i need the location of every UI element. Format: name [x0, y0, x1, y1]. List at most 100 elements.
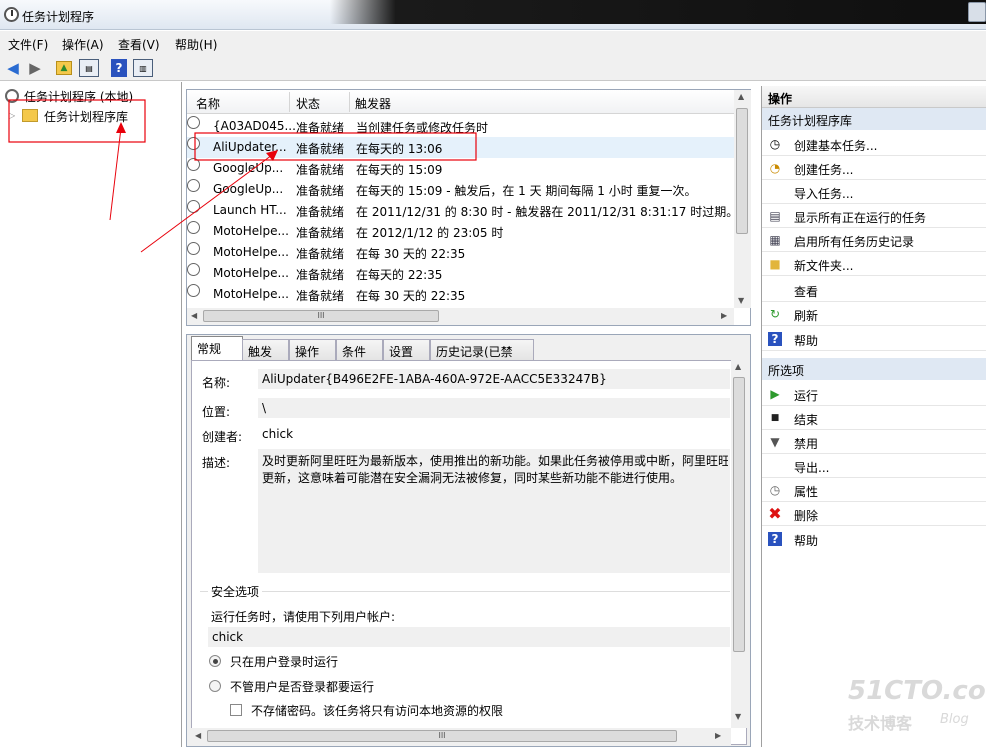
- actions-section-selected[interactable]: 所选项: [762, 358, 986, 380]
- scroll-down-icon[interactable]: ▼: [738, 296, 744, 305]
- tab-general[interactable]: 常规: [191, 336, 243, 362]
- table-row[interactable]: MotoHelpe... 准备就绪 在每 30 天的 22:35: [187, 242, 735, 263]
- scroll-up-icon[interactable]: ▲: [738, 92, 744, 101]
- task-trigger: 在每 30 天的 22:35: [356, 289, 466, 303]
- action-new-folder[interactable]: ■ 新文件夹...: [762, 252, 986, 276]
- actions-header: 操作: [762, 86, 986, 108]
- action-end[interactable]: ■ 结束: [762, 406, 986, 430]
- stop-icon: ■: [770, 413, 780, 423]
- tab-settings[interactable]: 设置: [383, 339, 430, 361]
- console-tree-icon[interactable]: ▤: [79, 59, 99, 77]
- refresh-icon: ↻: [769, 307, 781, 321]
- clock-icon: [4, 7, 19, 22]
- scroll-down-icon[interactable]: ▼: [735, 712, 741, 721]
- scroll-thumb[interactable]: III: [203, 310, 439, 322]
- menu-file[interactable]: 文件(F): [8, 36, 48, 53]
- table-row[interactable]: MotoHelpe... 准备就绪 在每天的 22:35: [187, 263, 735, 284]
- action-run[interactable]: ▶ 运行: [762, 382, 986, 406]
- column-trigger[interactable]: 触发器: [355, 95, 391, 112]
- task-status: 准备就绪: [296, 163, 345, 177]
- table-row[interactable]: GoogleUp... 准备就绪 在每天的 15:09: [187, 158, 735, 179]
- author-label: 创建者:: [202, 430, 243, 444]
- clock-icon: [187, 263, 200, 276]
- action-delete[interactable]: ✖ 删除: [762, 502, 986, 526]
- radio-logged-on[interactable]: [209, 655, 221, 667]
- opt-any-label: 不管用户是否登录都要运行: [230, 680, 375, 694]
- actions-section-library[interactable]: 任务计划程序库: [762, 108, 986, 130]
- table-row[interactable]: MotoHelpe... 准备就绪 在每 30 天的 22:35: [187, 284, 735, 305]
- action-export[interactable]: 导出...: [762, 454, 986, 478]
- table-row[interactable]: MotoHelpe... 准备就绪在 2012/1/12 的 23:05 时: [187, 221, 735, 242]
- tab-triggers[interactable]: 触发器: [242, 339, 289, 376]
- scroll-thumb[interactable]: [733, 377, 745, 652]
- clock-icon: [5, 89, 19, 103]
- action-import-task[interactable]: 导入任务...: [762, 180, 986, 204]
- folder-icon: ■: [769, 257, 781, 271]
- run-as-field[interactable]: [208, 627, 730, 647]
- table-row[interactable]: GoogleUp... 准备就绪 在每天的 15:09 - 触发后，在 1 天 期间…: [187, 179, 735, 200]
- location-value: \: [262, 401, 267, 415]
- tab-history[interactable]: 历史记录(已禁用): [430, 339, 534, 376]
- menu-help[interactable]: 帮助(H): [175, 36, 217, 53]
- scroll-up-icon[interactable]: ▲: [735, 362, 741, 371]
- column-name[interactable]: 名称: [196, 95, 220, 112]
- table-row[interactable]: AliUpdater... 准备就绪 在每天的 13:06: [187, 137, 735, 158]
- detail-horizontal-scrollbar[interactable]: ◀ III ▶: [191, 728, 731, 745]
- name-value: AliUpdater{B496E2FE-1ABA-460A-972E-AACC5…: [262, 372, 607, 386]
- expand-arrow-icon[interactable]: ▷: [9, 111, 15, 120]
- minimize-button[interactable]: [968, 2, 986, 22]
- folder-up-icon[interactable]: ▲: [56, 61, 72, 75]
- security-title: 安全选项: [208, 583, 263, 600]
- action-pane-icon[interactable]: ▥: [133, 59, 153, 77]
- menu-view[interactable]: 查看(V): [118, 36, 160, 53]
- scroll-thumb[interactable]: III: [207, 730, 677, 742]
- action-show-running[interactable]: ▤ 显示所有正在运行的任务: [762, 204, 986, 228]
- scroll-left-icon[interactable]: ◀: [195, 731, 201, 740]
- task-trigger: 在每天的 15:09 - 触发后，在 1 天 期间每隔 1 小时 重复一次。: [356, 184, 697, 198]
- radio-any-user[interactable]: [209, 680, 221, 692]
- clock-icon: [187, 284, 200, 297]
- table-row[interactable]: Launch HT... 准备就绪在 2011/12/31 的 8:30 时 - …: [187, 200, 738, 221]
- opt-logged-on-label: 只在用户登录时运行: [230, 655, 339, 669]
- vertical-scrollbar[interactable]: ▲ ▼: [734, 90, 751, 308]
- action-help-selected[interactable]: ? 帮助: [762, 527, 986, 551]
- action-enable-history[interactable]: ▦ 启用所有任务历史记录: [762, 228, 986, 252]
- tab-conditions[interactable]: 条件: [336, 339, 383, 361]
- action-disable[interactable]: ▼ 禁用: [762, 430, 986, 454]
- folder-clock-icon: [22, 109, 38, 122]
- menu-action[interactable]: 操作(A): [62, 36, 104, 53]
- action-properties[interactable]: ◷ 属性: [762, 478, 986, 502]
- task-name: {A03AD045...: [213, 119, 296, 133]
- help-icon: ?: [768, 332, 782, 346]
- action-view[interactable]: 查看: [762, 278, 986, 302]
- checkbox-no-password[interactable]: [230, 704, 242, 716]
- task-status: 准备就绪: [296, 268, 345, 282]
- action-help[interactable]: ? 帮助: [762, 327, 986, 351]
- action-create-task[interactable]: ◔ 创建任务...: [762, 156, 986, 180]
- delete-x-icon: ✖: [768, 504, 782, 523]
- tree-library[interactable]: 任务计划程序库: [44, 108, 128, 125]
- toolbar: ◀ ▶ ▲ ▤ ? ▥: [0, 55, 986, 81]
- action-refresh[interactable]: ↻ 刷新: [762, 302, 986, 326]
- action-create-basic-task[interactable]: ◷ 创建基本任务...: [762, 132, 986, 156]
- help-icon[interactable]: ?: [111, 59, 127, 77]
- description-label: 描述:: [202, 456, 231, 470]
- task-status: 准备就绪: [296, 142, 345, 156]
- scroll-thumb[interactable]: [736, 108, 748, 234]
- task-status: 准备就绪: [296, 184, 345, 198]
- horizontal-scrollbar[interactable]: ◀ III ▶: [187, 308, 734, 325]
- window-title: 任务计划程序: [22, 10, 95, 24]
- scroll-left-icon[interactable]: ◀: [191, 311, 197, 320]
- back-arrow-icon[interactable]: ◀: [3, 58, 23, 78]
- location-field[interactable]: [258, 398, 730, 418]
- scroll-right-icon[interactable]: ▶: [715, 731, 721, 740]
- column-status[interactable]: 状态: [296, 95, 320, 112]
- location-label: 位置:: [202, 405, 231, 419]
- tree-root[interactable]: 任务计划程序 (本地): [24, 88, 133, 105]
- task-status: 准备就绪: [296, 289, 345, 303]
- scroll-right-icon[interactable]: ▶: [721, 311, 727, 320]
- detail-vertical-scrollbar[interactable]: ▲ ▼: [731, 360, 748, 728]
- forward-arrow-icon[interactable]: ▶: [25, 58, 45, 78]
- tab-actions[interactable]: 操作: [289, 339, 336, 361]
- table-row[interactable]: {A03AD045... 准备就绪 当创建任务或修改任务时: [187, 116, 735, 137]
